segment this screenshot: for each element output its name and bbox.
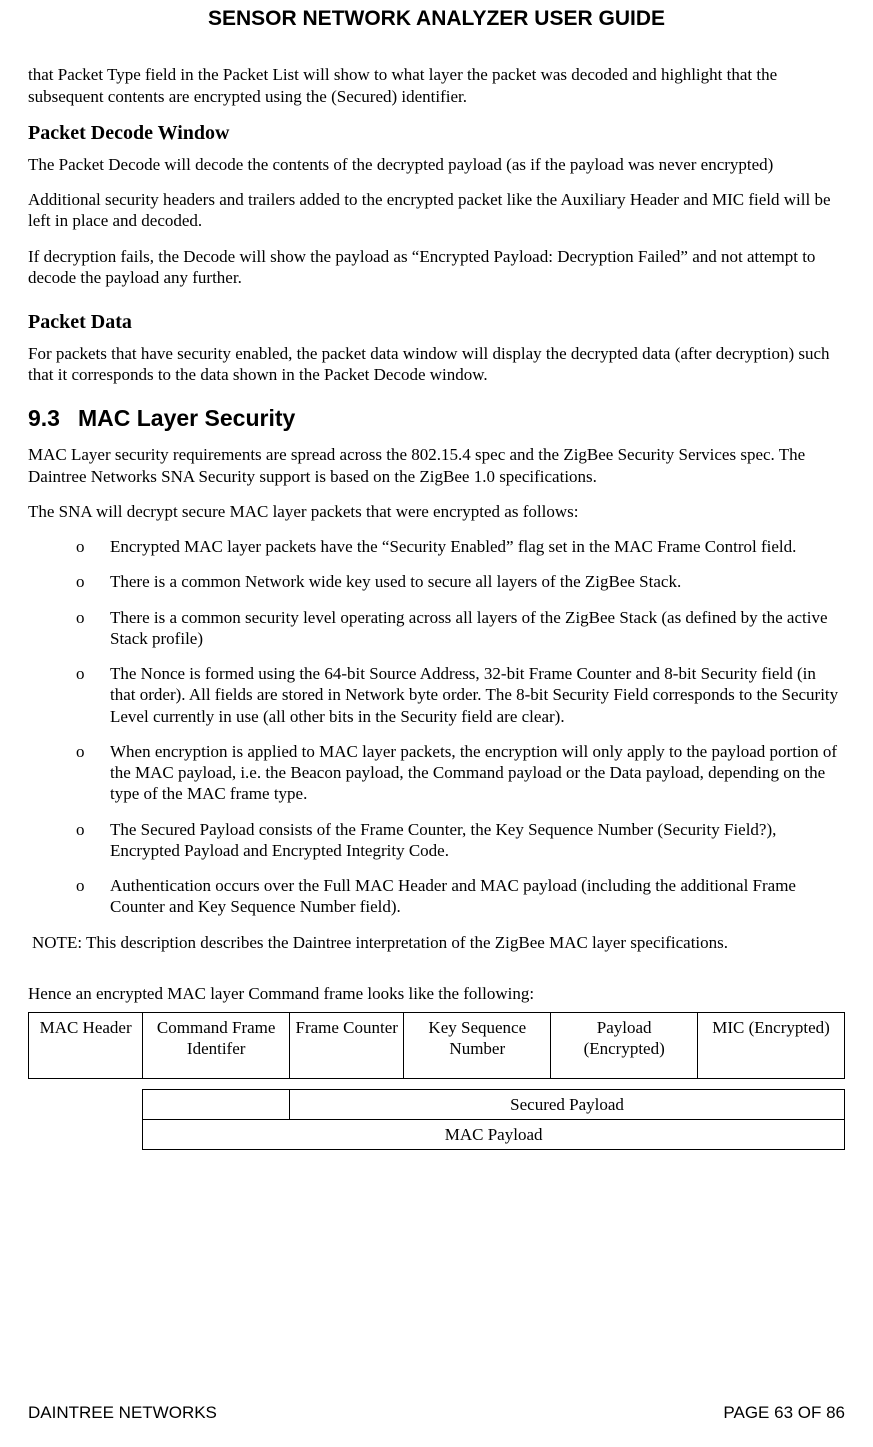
table-row: MAC Header Command Frame Identifer Frame…	[29, 1013, 845, 1079]
cell-empty	[29, 1119, 143, 1149]
cell-secured-payload: Secured Payload	[290, 1089, 845, 1119]
heading-9-3: 9.3 MAC Layer Security	[28, 404, 845, 433]
list-item: There is a common Network wide key used …	[76, 571, 845, 592]
pdw-paragraph-2: Additional security headers and trailers…	[28, 189, 845, 232]
intro-paragraph: that Packet Type field in the Packet Lis…	[28, 64, 845, 107]
list-item: Authentication occurs over the Full MAC …	[76, 875, 845, 918]
cell-mac-payload: MAC Payload	[143, 1119, 845, 1149]
cell-command-fid: Command Frame Identifer	[143, 1013, 290, 1079]
list-item: The Secured Payload consists of the Fram…	[76, 819, 845, 862]
list-item: Encrypted MAC layer packets have the “Se…	[76, 536, 845, 557]
document-title: SENSOR NETWORK ANALYZER USER GUIDE	[28, 0, 845, 64]
pd-paragraph-1: For packets that have security enabled, …	[28, 343, 845, 386]
pdw-paragraph-1: The Packet Decode will decode the conten…	[28, 154, 845, 175]
table-spacer	[29, 1078, 845, 1089]
list-item: The Nonce is formed using the 64-bit Sou…	[76, 663, 845, 727]
s93-bullet-list: Encrypted MAC layer packets have the “Se…	[28, 536, 845, 918]
cell-frame-counter: Frame Counter	[290, 1013, 404, 1079]
heading-title: MAC Layer Security	[78, 405, 295, 431]
s93-paragraph-1: MAC Layer security requirements are spre…	[28, 444, 845, 487]
list-item: There is a common security level operati…	[76, 607, 845, 650]
cell-mac-header: MAC Header	[29, 1013, 143, 1079]
table-row: Secured Payload	[29, 1089, 845, 1119]
list-item: When encryption is applied to MAC layer …	[76, 741, 845, 805]
cell-empty	[29, 1089, 143, 1119]
s93-table-leadin: Hence an encrypted MAC layer Command fra…	[28, 983, 845, 1004]
page: SENSOR NETWORK ANALYZER USER GUIDE that …	[0, 0, 873, 1447]
cell-payload-enc: Payload (Encrypted)	[551, 1013, 698, 1079]
heading-packet-data: Packet Data	[28, 310, 845, 335]
cell-mic-enc: MIC (Encrypted)	[698, 1013, 845, 1079]
pdw-paragraph-3: If decryption fails, the Decode will sho…	[28, 246, 845, 289]
table-row: MAC Payload	[29, 1119, 845, 1149]
footer-left: DAINTREE NETWORKS	[28, 1402, 217, 1423]
heading-number: 9.3	[28, 404, 60, 433]
heading-packet-decode-window: Packet Decode Window	[28, 121, 845, 146]
mac-frame-table: MAC Header Command Frame Identifer Frame…	[28, 1012, 845, 1150]
page-footer: DAINTREE NETWORKS PAGE 63 OF 86	[28, 1402, 845, 1423]
s93-note: NOTE: This description describes the Dai…	[32, 932, 845, 953]
cell-empty	[143, 1089, 290, 1119]
footer-right: PAGE 63 OF 86	[723, 1402, 845, 1423]
s93-paragraph-2: The SNA will decrypt secure MAC layer pa…	[28, 501, 845, 522]
cell-key-seq: Key Sequence Number	[404, 1013, 551, 1079]
